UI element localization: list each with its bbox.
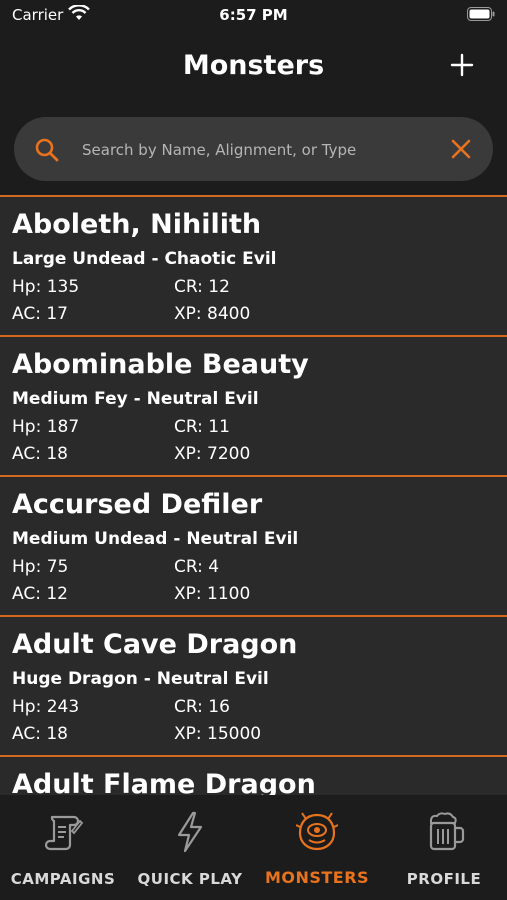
tab-profile-label: PROFILE: [406, 870, 482, 888]
monster-cr: CR: 12: [174, 277, 230, 297]
search-input[interactable]: [80, 117, 444, 183]
battery-icon: [467, 7, 495, 21]
tab-campaigns-label: CAMPAIGNS: [10, 870, 116, 888]
monster-cr: CR: 4: [174, 557, 220, 577]
search-icon: [35, 138, 59, 162]
monster-xp: XP: 8400: [174, 304, 251, 324]
page-title: Monsters: [182, 50, 325, 81]
scroll-icon: [44, 815, 84, 851]
tab-monsters[interactable]: MONSTERS: [254, 795, 380, 900]
tab-quick-play[interactable]: QUICK PLAY: [127, 795, 253, 900]
monster-eye-icon: [296, 812, 338, 851]
monster-type: Huge Dragon - Neutral Evil: [12, 669, 269, 689]
monster-hp: Hp: 75: [12, 557, 69, 577]
monster-row[interactable]: Aboleth, Nihilith Large Undead - Chaotic…: [0, 197, 507, 337]
monster-name: Abominable Beauty: [12, 349, 309, 380]
tab-bar: CAMPAIGNS QUICK PLAY MONSTERS PROFILE: [0, 795, 507, 900]
monster-list[interactable]: Aboleth, Nihilith Large Undead - Chaotic…: [0, 195, 507, 797]
navigation-bar: Monsters: [0, 32, 507, 102]
monster-ac: AC: 17: [12, 304, 68, 324]
tab-quick-play-label: QUICK PLAY: [137, 870, 243, 888]
monster-row[interactable]: Abominable Beauty Medium Fey - Neutral E…: [0, 337, 507, 477]
monster-cr: CR: 16: [174, 697, 230, 717]
monster-xp: XP: 15000: [174, 724, 262, 744]
status-bar: Carrier 6:57 PM: [0, 0, 507, 32]
monster-type: Large Undead - Chaotic Evil: [12, 249, 277, 269]
monster-row[interactable]: Accursed Defiler Medium Undead - Neutral…: [0, 477, 507, 617]
monster-row[interactable]: Adult Cave Dragon Huge Dragon - Neutral …: [0, 617, 507, 757]
add-monster-button[interactable]: [449, 52, 475, 78]
tab-monsters-label: MONSTERS: [264, 868, 370, 887]
monster-ac: AC: 12: [12, 584, 68, 604]
monster-ac: AC: 18: [12, 444, 68, 464]
clear-search-button[interactable]: [451, 139, 471, 159]
monster-xp: XP: 1100: [174, 584, 251, 604]
monster-name: Accursed Defiler: [12, 489, 263, 520]
lightning-icon: [177, 811, 203, 853]
monster-name: Adult Cave Dragon: [12, 629, 298, 660]
monster-ac: AC: 18: [12, 724, 68, 744]
monster-row[interactable]: Adult Flame Dragon: [0, 757, 507, 797]
beer-mug-icon: [429, 812, 465, 851]
status-time: 6:57 PM: [219, 6, 288, 24]
monster-hp: Hp: 135: [12, 277, 80, 297]
monster-name: Adult Flame Dragon: [12, 769, 316, 797]
monster-type: Medium Fey - Neutral Evil: [12, 389, 259, 409]
monster-cr: CR: 11: [174, 417, 230, 437]
monster-xp: XP: 7200: [174, 444, 251, 464]
monster-hp: Hp: 187: [12, 417, 80, 437]
search-bar: [14, 117, 493, 183]
tab-campaigns[interactable]: CAMPAIGNS: [0, 795, 126, 900]
tab-profile[interactable]: PROFILE: [381, 795, 507, 900]
monster-type: Medium Undead - Neutral Evil: [12, 529, 299, 549]
monster-hp: Hp: 243: [12, 697, 80, 717]
monster-name: Aboleth, Nihilith: [12, 209, 262, 240]
